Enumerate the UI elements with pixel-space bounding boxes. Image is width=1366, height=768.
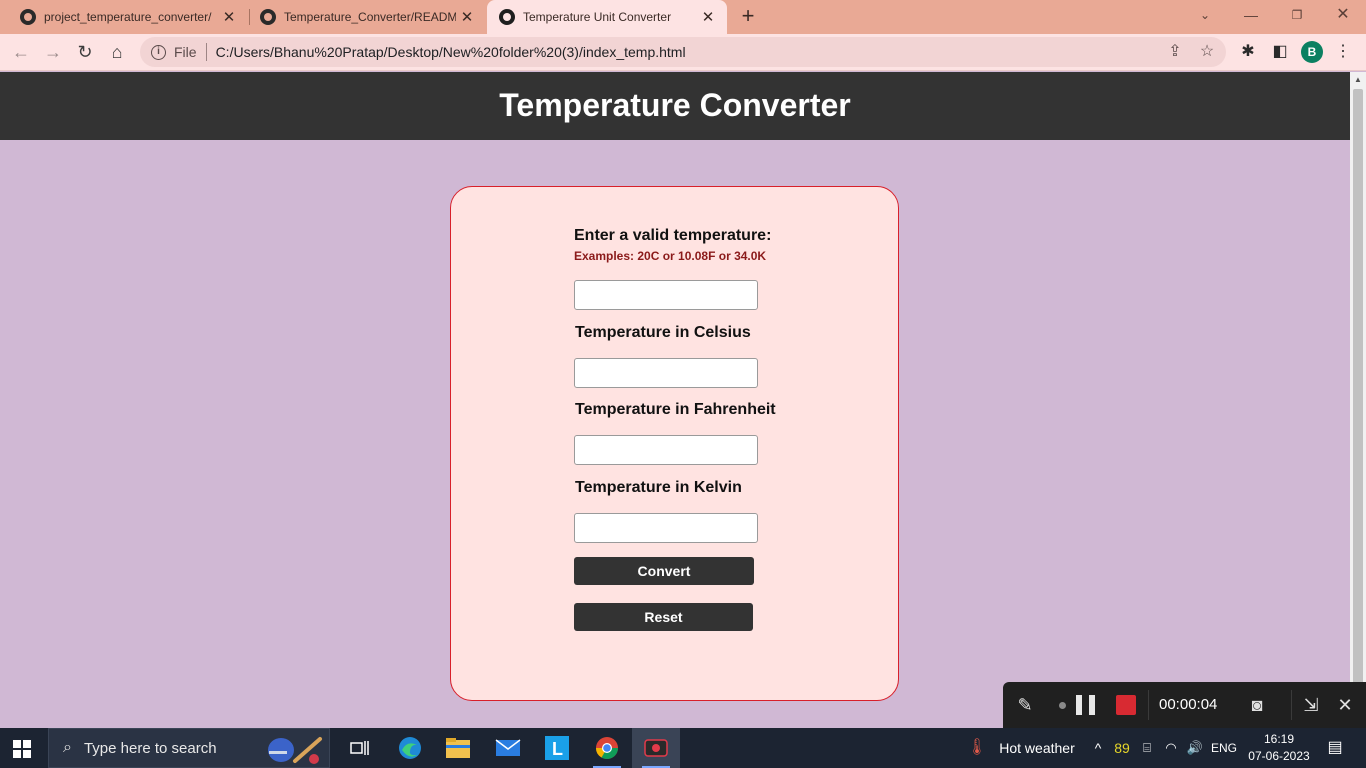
celsius-field[interactable] [574,358,758,388]
close-icon[interactable]: ✕ [456,8,478,26]
windows-taskbar: ⌕ Type here to search L 🌡 Hot weather ^ … [0,728,1366,768]
tab-readme[interactable]: Temperature_Converter/README ✕ [248,0,486,34]
page-viewport: Temperature Converter Enter a valid temp… [0,72,1350,728]
info-icon[interactable]: i [151,44,166,60]
prompt-hint: Examples: 20C or 10.08F or 34.0K [574,249,767,263]
kelvin-field[interactable] [574,513,758,543]
close-window-button[interactable]: ✕ [1320,0,1366,34]
pause-button[interactable] [1076,695,1098,715]
restore-button[interactable]: ❐ [1274,0,1320,34]
l-app-icon[interactable]: L [533,728,581,768]
record-indicator-dot [1059,702,1066,709]
globe-icon [499,9,515,25]
menu-kebab-icon[interactable]: ⋮ [1330,39,1356,65]
camera-icon[interactable]: ◙ [1239,682,1275,728]
reload-icon[interactable]: ↻ [72,39,98,65]
prompt-block: Enter a valid temperature: Examples: 20C… [574,227,771,263]
celsius-label: Temperature in Celsius [575,324,751,341]
address-divider [205,43,207,61]
temperature-input[interactable] [574,280,758,310]
tab-strip: project_temperature_converter/ ✕ Tempera… [0,0,1366,34]
github-icon [260,9,276,25]
close-recorder-icon[interactable]: ✕ [1329,682,1361,728]
tab-title: Temperature_Converter/README [284,10,456,24]
stop-button[interactable] [1116,695,1136,715]
weather-text[interactable]: Hot weather [996,728,1078,768]
kelvin-label: Temperature in Kelvin [575,479,742,496]
chrome-icon[interactable] [583,728,631,768]
bookmark-star-icon[interactable]: ☆ [1194,37,1220,67]
speaker-icon[interactable]: 🔊 [1184,728,1206,768]
converter-card: Enter a valid temperature: Examples: 20C… [450,186,899,701]
notification-badge[interactable]: 89 [1110,728,1134,768]
windows-start-icon[interactable] [13,740,31,758]
share-icon[interactable]: ⇪ [1162,37,1188,67]
convert-button[interactable]: Convert [574,557,754,585]
system-clock[interactable]: 16:19 07-06-2023 [1248,731,1310,765]
profile-avatar[interactable]: B [1301,41,1323,63]
scheme-label: File [174,44,197,60]
edge-browser-icon[interactable] [386,728,434,768]
browser-toolbar: ← → ↻ ⌂ i File C:/Users/Bhanu%20Pratap/D… [0,34,1366,71]
recording-timer: 00:00:04 [1159,696,1218,713]
side-panel-icon[interactable]: ◧ [1267,39,1293,65]
vertical-scrollbar[interactable]: ▲ [1350,72,1366,728]
mail-icon[interactable] [484,728,532,768]
minimize-recorder-icon[interactable]: ⇲ [1295,682,1327,728]
svg-text:L: L [552,739,563,759]
fahrenheit-field[interactable] [574,435,758,465]
pen-icon[interactable]: ✎ [1007,682,1043,728]
tab-project-temperature-converter[interactable]: project_temperature_converter/ ✕ [8,0,248,34]
tab-search-chevron-icon[interactable]: ⌄ [1182,0,1228,34]
home-icon[interactable]: ⌂ [104,39,130,65]
device-icon[interactable]: ⌸ [1137,728,1157,768]
close-icon[interactable]: ✕ [697,8,719,26]
screen-recorder-app-icon[interactable] [632,728,680,768]
tab-temperature-unit-converter[interactable]: Temperature Unit Converter ✕ [487,0,727,34]
task-view-icon[interactable] [336,728,384,768]
fahrenheit-label: Temperature in Fahrenheit [575,401,776,418]
tab-title: Temperature Unit Converter [523,10,672,24]
github-icon [20,9,36,25]
taskbar-search-box[interactable]: ⌕ Type here to search [48,728,330,768]
scroll-up-icon[interactable]: ▲ [1354,75,1362,84]
extensions-puzzle-icon[interactable]: ✱ [1235,39,1261,65]
address-bar[interactable]: i File C:/Users/Bhanu%20Pratap/Desktop/N… [140,37,1226,67]
search-placeholder: Type here to search [83,739,217,757]
minimize-button[interactable]: — [1228,0,1274,34]
reset-button[interactable]: Reset [574,603,753,631]
forward-arrow-icon[interactable]: → [40,39,66,65]
show-hidden-icons-chevron-icon[interactable]: ^ [1088,728,1108,768]
back-arrow-icon[interactable]: ← [8,39,34,65]
language-indicator[interactable]: ENG [1208,728,1240,768]
recorder-divider [1148,690,1149,720]
file-explorer-icon[interactable] [434,728,482,768]
notifications-center-icon[interactable]: ▤ [1320,728,1350,768]
prompt-label: Enter a valid temperature: [574,227,772,244]
screen-recorder-bar: ✎ 00:00:04 ◙ ⇲ ✕ [1003,682,1366,728]
new-tab-button[interactable]: + [736,4,760,28]
tab-title: project_temperature_converter/ [44,10,212,24]
close-icon[interactable]: ✕ [218,8,240,26]
clock-date: 07-06-2023 [1248,749,1310,763]
thermometer-icon[interactable]: 🌡 [966,728,988,768]
page-title: Temperature Converter [0,72,1350,140]
clock-time: 16:19 [1263,732,1295,746]
url-text[interactable]: C:/Users/Bhanu%20Pratap/Desktop/New%20fo… [216,44,686,60]
search-icon: ⌕ [63,739,72,756]
recorder-divider [1291,690,1292,720]
cricket-helmet-icon [268,737,322,764]
wifi-icon[interactable]: ◠ [1160,728,1182,768]
scrollbar-thumb[interactable] [1353,89,1363,725]
